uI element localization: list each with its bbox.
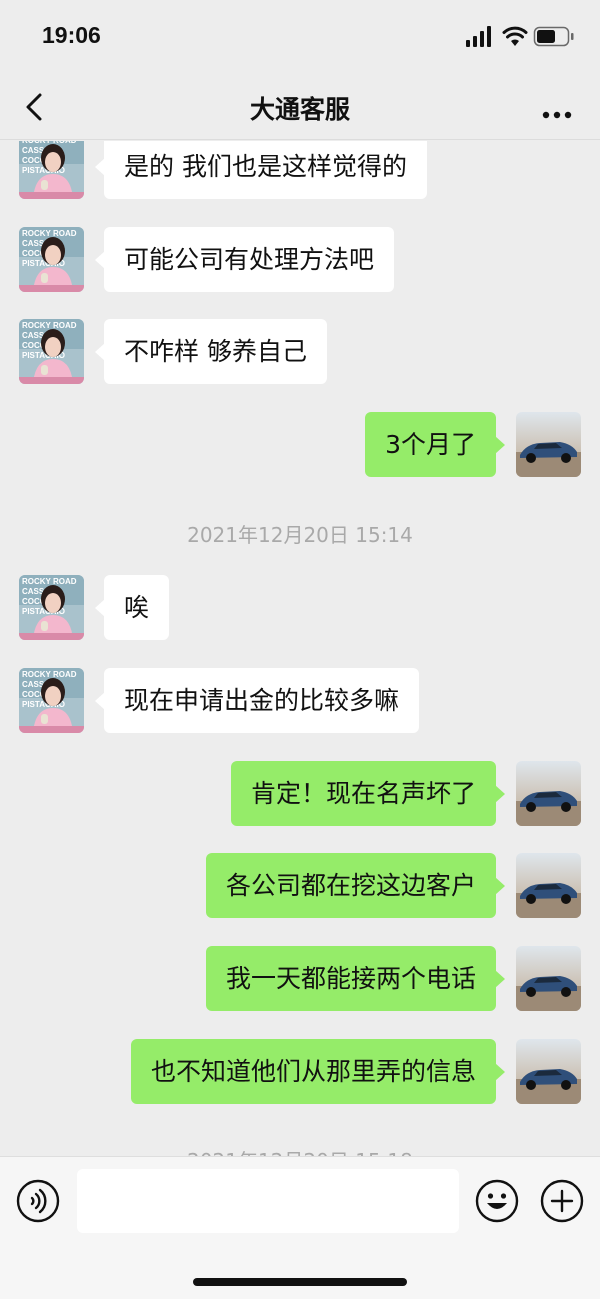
svg-text:ROCKY ROAD: ROCKY ROAD [22, 670, 77, 679]
nav-bar: 大通客服 [0, 72, 600, 140]
plus-icon[interactable] [540, 1179, 584, 1223]
svg-text:ROCKY ROAD: ROCKY ROAD [22, 229, 77, 238]
chat-timestamp: 2021年12月20日 15:18 [0, 1145, 600, 1156]
sent-message-bubble[interactable]: 也不知道他们从那里弄的信息 [130, 1039, 506, 1104]
received-message-bubble[interactable]: 唉 [94, 575, 170, 640]
message-row: 3个月了 [0, 412, 600, 478]
status-time: 19:06 [42, 22, 101, 48]
chat-title: 大通客服 [249, 95, 350, 124]
message-row: 各公司都在挖这边客户 [0, 853, 600, 919]
sent-message-bubble[interactable]: 各公司都在挖这边客户 [205, 853, 506, 918]
contact-avatar[interactable]: ROCKY ROAD CASSATA COCONUT PISTACHIO [19, 575, 84, 640]
svg-text:ROCKY ROAD: ROCKY ROAD [22, 141, 77, 145]
home-indicator[interactable] [193, 1278, 407, 1286]
signal-icon [466, 26, 491, 47]
sent-message-bubble[interactable]: 肯定！现在名声坏了 [230, 761, 506, 826]
message-row: ROCKY ROAD CASSATA COCONUT PISTACHIO 不咋样… [0, 319, 600, 385]
chat-timestamp: 2021年12月20日 15:14 [187, 523, 413, 547]
svg-text:ROCKY ROAD: ROCKY ROAD [22, 321, 77, 330]
wifi-icon [502, 26, 528, 46]
message-input[interactable] [77, 1169, 459, 1233]
contact-avatar[interactable]: ROCKY ROAD CASSATA COCONUT PISTACHIO [19, 668, 84, 733]
received-message-bubble[interactable]: 不咋样 够养自己 [95, 319, 327, 384]
message-row: ROCKY ROAD CASSATA COCONUT PISTACHIO 可能公… [0, 227, 600, 293]
more-icon[interactable] [542, 104, 572, 119]
message-row: ROCKY ROAD CASSATA COCONUT PISTACHIO 唉 [0, 575, 600, 641]
message-row: 也不知道他们从那里弄的信息 [0, 1039, 600, 1105]
my-avatar[interactable] [516, 853, 581, 918]
message-row: ROCKY ROAD CASSATA COCONUT PISTACHIO 现在申… [0, 668, 600, 734]
my-avatar[interactable] [516, 1039, 581, 1104]
status-icons [466, 26, 576, 48]
received-message-bubble[interactable]: 是的 我们也是这样觉得的 [95, 141, 427, 199]
message-row: ROCKY ROAD CASSATA COCONUT PISTACHIO 是的 … [0, 141, 600, 200]
svg-text:ROCKY ROAD: ROCKY ROAD [22, 577, 77, 586]
message-row: 肯定！现在名声坏了 [0, 761, 600, 827]
contact-avatar[interactable]: ROCKY ROAD CASSATA COCONUT PISTACHIO [19, 319, 84, 384]
contact-avatar[interactable]: ROCKY ROAD CASSATA COCONUT PISTACHIO [19, 141, 84, 199]
my-avatar[interactable] [516, 412, 581, 477]
sent-message-bubble[interactable]: 3个月了 [365, 412, 505, 477]
chat-area[interactable]: ROCKY ROAD CASSATA COCONUT PISTACHIO 是的 … [0, 141, 600, 1156]
my-avatar[interactable] [516, 761, 581, 826]
battery-icon [533, 26, 574, 47]
my-avatar[interactable] [516, 946, 581, 1011]
contact-avatar[interactable]: ROCKY ROAD CASSATA COCONUT PISTACHIO [19, 227, 84, 292]
emoji-icon[interactable] [475, 1179, 519, 1223]
received-message-bubble[interactable]: 现在申请出金的比较多嘛 [94, 668, 420, 733]
message-row: 我一天都能接两个电话 [0, 946, 600, 1012]
received-message-bubble[interactable]: 可能公司有处理方法吧 [94, 227, 395, 292]
status-bar: 19:06 [0, 0, 600, 72]
voice-icon[interactable] [16, 1179, 60, 1223]
sent-message-bubble[interactable]: 我一天都能接两个电话 [205, 946, 506, 1011]
